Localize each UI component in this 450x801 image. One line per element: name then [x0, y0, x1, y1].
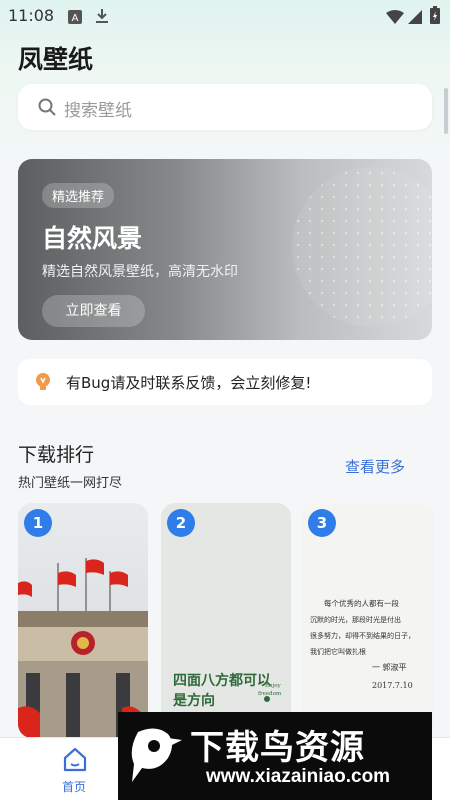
dotted-circle-decoration: [292, 167, 432, 327]
watermark-title: 下载鸟资源: [190, 728, 365, 768]
nav-item-home[interactable]: 首页: [40, 738, 110, 801]
view-now-button[interactable]: 立即查看: [42, 295, 145, 327]
banner-title: 自然风景: [42, 224, 143, 253]
scrollbar[interactable]: [444, 88, 448, 134]
battery-icon: [430, 6, 440, 28]
card3-note-sign: 一 郭淑平: [372, 662, 407, 672]
wallpaper-card-2[interactable]: 四面八方都可以 是方向 Enjoy freedom 2: [161, 503, 291, 738]
svg-text:A: A: [72, 13, 79, 24]
ranking-subtitle: 热门壁纸一网打尽: [18, 476, 123, 491]
watermark-url: www.xiazainiao.com: [206, 766, 391, 787]
notice-bar: 有Bug请及时联系反馈，会立刻修复!: [18, 359, 432, 405]
card2-caption-line1: 四面八方都可以: [173, 672, 271, 689]
wallpaper-thumbnail-2: 四面八方都可以 是方向 Enjoy freedom: [173, 672, 282, 709]
wallpaper-thumbnail-3: 每个优秀的人都有一段 沉默的时光，那段时光是付出 很多努力，却得不到结果的日子，…: [310, 598, 415, 690]
view-more-link[interactable]: 查看更多: [345, 456, 405, 477]
card3-note-line1: 每个优秀的人都有一段: [324, 598, 399, 608]
rank-badge-1: 1: [24, 509, 52, 537]
card3-note-date: 2017.7.10: [372, 681, 413, 690]
search-bar[interactable]: 搜索壁纸: [18, 84, 432, 130]
notice-text: 有Bug请及时联系反馈，会立刻修复!: [66, 374, 312, 392]
status-bar: 11:08 A: [0, 0, 450, 32]
bird-logo-icon: [131, 728, 182, 782]
status-time: 11:08: [8, 6, 55, 25]
card3-note-line2: 沉默的时光，那段时光是付出: [310, 615, 401, 624]
search-placeholder: 搜索壁纸: [64, 101, 132, 121]
nav-home-label: 首页: [62, 780, 87, 794]
wallpaper-card-3[interactable]: 每个优秀的人都有一段 沉默的时光，那段时光是付出 很多努力，却得不到结果的日子，…: [302, 503, 434, 738]
wallpaper-thumbnail-1: [18, 558, 148, 738]
watermark-overlay: 下载鸟资源 www.xiazainiao.com: [118, 712, 432, 800]
wifi-icon: [386, 9, 404, 28]
text-app-icon: A: [68, 9, 82, 28]
ranking-title: 下载排行: [18, 444, 95, 466]
search-icon: [38, 98, 56, 116]
banner-tag: 精选推荐: [42, 183, 115, 208]
banner-description: 精选自然风景壁纸，高清无水印: [42, 264, 238, 280]
cellular-signal-icon: [408, 9, 422, 28]
app-title: 凤壁纸: [18, 45, 94, 74]
home-icon: [63, 747, 87, 772]
wallpaper-card-1[interactable]: 1: [18, 503, 148, 738]
lightbulb-icon: [36, 373, 50, 390]
card2-caption-en-line2: freedom: [258, 691, 282, 697]
card3-note-line4: 我们把它叫做扎根: [310, 647, 366, 656]
download-icon: [95, 8, 109, 28]
card3-note-line3: 很多努力，却得不到结果的日子，: [310, 631, 415, 640]
rank-badge-2: 2: [167, 509, 195, 537]
rank-badge-3: 3: [308, 509, 336, 537]
featured-banner[interactable]: 精选推荐 自然风景 精选自然风景壁纸，高清无水印 立即查看: [18, 159, 432, 340]
card2-caption-line2: 是方向: [173, 692, 215, 709]
card2-caption-en-line1: Enjoy: [265, 683, 282, 689]
